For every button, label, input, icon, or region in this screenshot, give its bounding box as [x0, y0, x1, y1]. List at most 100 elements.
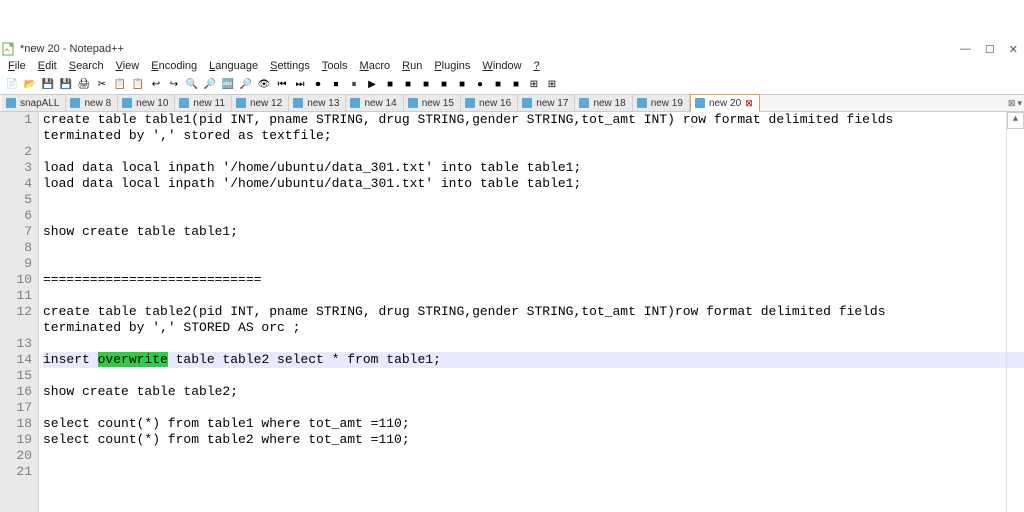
scroll-up-button[interactable]: ▲ [1007, 112, 1024, 129]
tab-new-15[interactable]: new 15 [404, 95, 461, 111]
menu-language[interactable]: Language [207, 59, 260, 73]
code-line[interactable] [43, 240, 1024, 256]
code-line[interactable]: select count(*) from table1 where tot_am… [43, 416, 1024, 432]
tab-snapALL[interactable]: snapALL [2, 95, 66, 111]
menu-search[interactable]: Search [67, 59, 106, 73]
tab-new-10[interactable]: new 10 [118, 95, 175, 111]
menu-macro[interactable]: Macro [358, 59, 393, 73]
code-line[interactable] [43, 448, 1024, 464]
menu-encoding[interactable]: Encoding [149, 59, 199, 73]
tab-new-13[interactable]: new 13 [289, 95, 346, 111]
tab-label: new 12 [250, 98, 282, 109]
tool-btn-9[interactable]: ↪ [166, 76, 182, 92]
file-icon [579, 98, 589, 108]
file-icon [408, 98, 418, 108]
code-line[interactable] [43, 400, 1024, 416]
menu-view[interactable]: View [114, 59, 142, 73]
tool-btn-18[interactable]: ⏹ [328, 76, 344, 92]
code-line[interactable] [43, 288, 1024, 304]
tool-btn-25[interactable]: ■ [454, 76, 470, 92]
tool-btn-30[interactable]: ⊞ [544, 76, 560, 92]
menu-q[interactable]: ? [532, 59, 542, 73]
tool-btn-27[interactable]: ■ [490, 76, 506, 92]
tab-new-19[interactable]: new 19 [633, 95, 690, 111]
code-line[interactable] [43, 192, 1024, 208]
tool-btn-15[interactable]: ⏮ [274, 76, 290, 92]
file-icon [637, 98, 647, 108]
close-button[interactable]: ✕ [1009, 43, 1018, 56]
tab-close-icon[interactable]: ⊠ [1008, 98, 1016, 109]
tool-btn-8[interactable]: ↩ [148, 76, 164, 92]
menu-edit[interactable]: Edit [36, 59, 59, 73]
vertical-scrollbar[interactable]: ▲ [1006, 112, 1024, 512]
tool-btn-29[interactable]: ⊞ [526, 76, 542, 92]
tool-btn-20[interactable]: ▶ [364, 76, 380, 92]
tool-btn-11[interactable]: 🔎 [202, 76, 218, 92]
tool-btn-10[interactable]: 🔍 [184, 76, 200, 92]
code-content[interactable]: create table table1(pid INT, pname STRIN… [39, 112, 1024, 512]
tool-btn-5[interactable]: ✂ [94, 76, 110, 92]
code-line[interactable] [43, 336, 1024, 352]
tab-label: new 8 [84, 98, 111, 109]
tool-btn-12[interactable]: 🔤 [220, 76, 236, 92]
menu-bar: File Edit Search View Encoding Language Settin… [0, 58, 1024, 74]
code-line[interactable] [43, 144, 1024, 160]
tool-btn-0[interactable]: 📄 [4, 76, 20, 92]
menu-run[interactable]: Run [400, 59, 424, 73]
minimize-button[interactable]: — [960, 43, 971, 56]
code-line[interactable]: terminated by ',' stored as textfile; [43, 128, 1024, 144]
menu-file[interactable]: File [6, 59, 28, 73]
menu-tools[interactable]: Tools [320, 59, 350, 73]
maximize-button[interactable]: ☐ [985, 43, 995, 56]
tab-new-16[interactable]: new 16 [461, 95, 518, 111]
tool-btn-28[interactable]: ■ [508, 76, 524, 92]
code-line[interactable]: create table table1(pid INT, pname STRIN… [43, 112, 1024, 128]
menu-plugins[interactable]: Plugins [432, 59, 472, 73]
tool-btn-23[interactable]: ■ [418, 76, 434, 92]
code-line[interactable]: insert overwrite table table2 select * f… [43, 352, 1024, 368]
tool-btn-3[interactable]: 💾 [58, 76, 74, 92]
tab-label: new 14 [364, 98, 396, 109]
tab-new-17[interactable]: new 17 [518, 95, 575, 111]
tab-close-x[interactable]: ⊠ [745, 98, 753, 109]
tool-btn-24[interactable]: ■ [436, 76, 452, 92]
tool-btn-6[interactable]: 📋 [112, 76, 128, 92]
tool-btn-1[interactable]: 📂 [22, 76, 38, 92]
tool-btn-4[interactable]: 🖨 [76, 76, 92, 92]
code-line[interactable]: create table table2(pid INT, pname STRIN… [43, 304, 1024, 320]
editor-area: 123456789101112131415161718192021 create… [0, 112, 1024, 512]
tool-btn-26[interactable]: ● [472, 76, 488, 92]
code-line[interactable] [43, 208, 1024, 224]
code-line[interactable] [43, 368, 1024, 384]
tool-btn-17[interactable]: ⏺ [310, 76, 326, 92]
code-line[interactable]: load data local inpath '/home/ubuntu/dat… [43, 176, 1024, 192]
tab-label: snapALL [20, 98, 59, 109]
code-line[interactable]: show create table table1; [43, 224, 1024, 240]
tab-bar: snapALL new 8 new 10new 11 new 12 new 13 new … [0, 95, 1024, 112]
highlighted-word: overwrite [98, 352, 168, 367]
code-line[interactable]: load data local inpath '/home/ubuntu/dat… [43, 160, 1024, 176]
tool-btn-21[interactable]: ■ [382, 76, 398, 92]
menu-window[interactable]: Window [480, 59, 523, 73]
menu-settings[interactable]: Settings [268, 59, 312, 73]
tool-btn-16[interactable]: ⏭ [292, 76, 308, 92]
tool-btn-14[interactable]: 👁 [256, 76, 272, 92]
tab-menu-icon[interactable]: ▾ [1017, 98, 1022, 109]
code-line[interactable] [43, 256, 1024, 272]
tool-btn-22[interactable]: ■ [400, 76, 416, 92]
tab-new-11[interactable]: new 11 [175, 95, 232, 111]
tab-new-18[interactable]: new 18 [575, 95, 632, 111]
tab-active[interactable]: new 20 ⊠ [690, 94, 760, 112]
tool-btn-7[interactable]: 📋 [130, 76, 146, 92]
code-line[interactable]: select count(*) from table2 where tot_am… [43, 432, 1024, 448]
tab-new-8[interactable]: new 8 [66, 95, 118, 111]
tool-btn-2[interactable]: 💾 [40, 76, 56, 92]
code-line[interactable] [43, 464, 1024, 480]
code-line[interactable]: show create table table2; [43, 384, 1024, 400]
code-line[interactable]: ============================ [43, 272, 1024, 288]
tab-new-14[interactable]: new 14 [346, 95, 403, 111]
tab-new-12[interactable]: new 12 [232, 95, 289, 111]
tool-btn-19[interactable]: ⏸ [346, 76, 362, 92]
code-line[interactable]: terminated by ',' STORED AS orc ; [43, 320, 1024, 336]
tool-btn-13[interactable]: 🔎 [238, 76, 254, 92]
